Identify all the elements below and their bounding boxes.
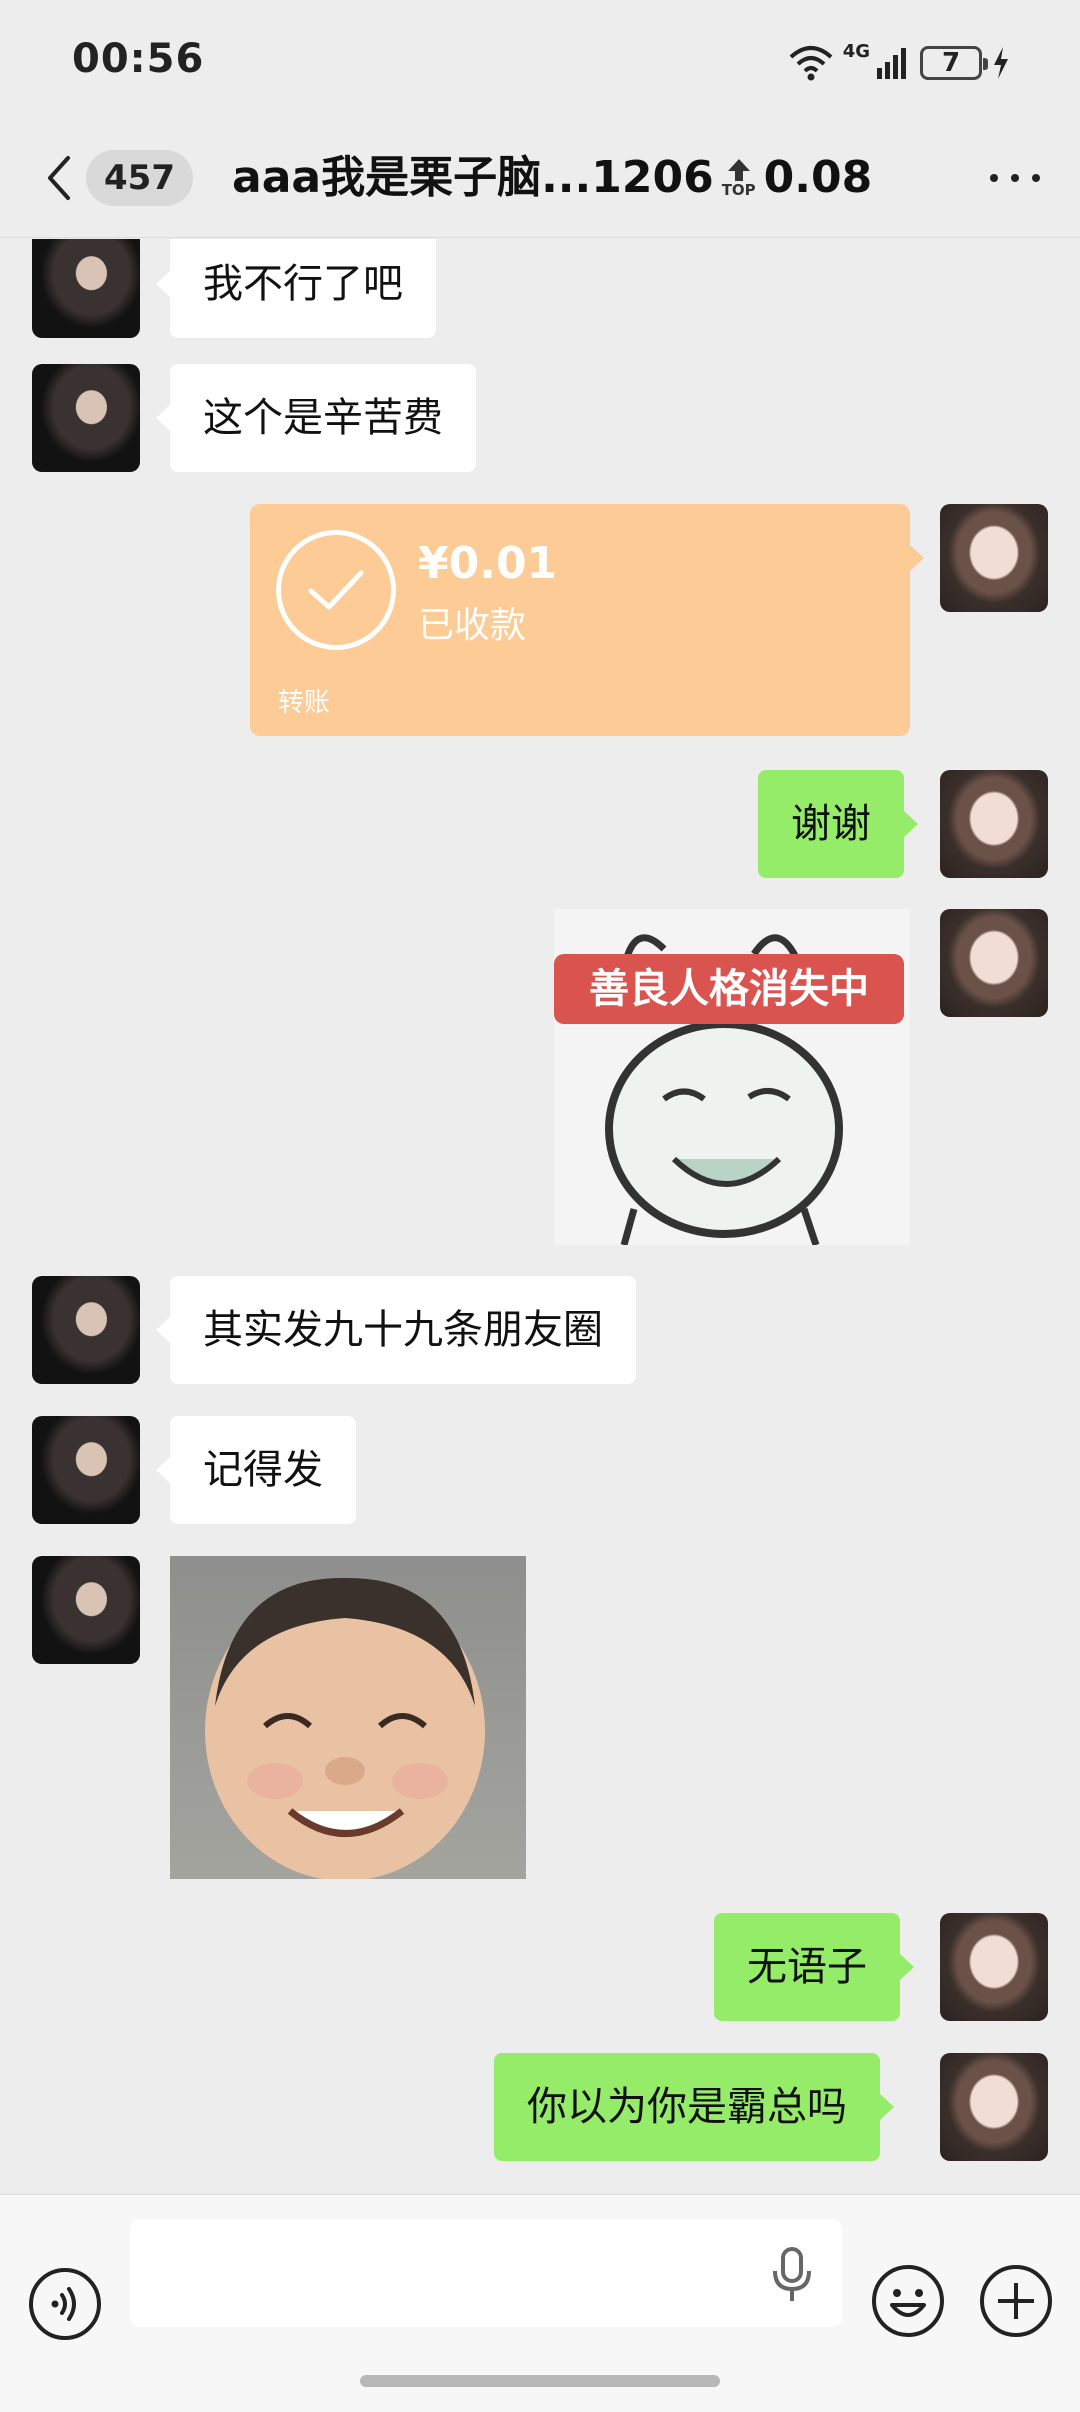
- contact-avatar[interactable]: [32, 1276, 140, 1384]
- contact-avatar[interactable]: [32, 1416, 140, 1524]
- transfer-label: 转账: [278, 688, 331, 718]
- emoji-icon[interactable]: [870, 2263, 946, 2339]
- sent-message-bubble[interactable]: 无语子: [714, 1913, 914, 2021]
- transfer-amount: ¥0.01: [418, 538, 558, 589]
- message-list[interactable]: 我不行了吧 这个是辛苦费 ¥0.01 已收款 转账 谢谢 善良人格消失中 其实发…: [0, 239, 1080, 2194]
- more-functions-plus-icon[interactable]: [978, 2263, 1054, 2339]
- meme-sticker[interactable]: 善良人格消失中: [554, 909, 910, 1245]
- my-avatar[interactable]: [940, 909, 1048, 1017]
- contact-avatar[interactable]: [32, 239, 140, 338]
- baby-face-sticker[interactable]: [170, 1556, 526, 1879]
- top-arrow-icon: TOP: [722, 158, 756, 198]
- baby-face-icon: [205, 1577, 485, 1879]
- transfer-card[interactable]: ¥0.01 已收款 转账: [250, 504, 924, 736]
- chat-title-suffix: 0.08: [763, 152, 873, 203]
- message-input[interactable]: [130, 2219, 842, 2327]
- cellular-signal-icon: [876, 46, 910, 80]
- transfer-status: 已收款: [418, 605, 527, 646]
- contact-avatar[interactable]: [32, 1556, 140, 1664]
- received-message-bubble[interactable]: 我不行了吧: [156, 239, 436, 338]
- charging-icon: [992, 46, 1010, 80]
- received-message-bubble[interactable]: 其实发九十九条朋友圈: [156, 1276, 636, 1384]
- input-bar: [0, 2194, 1080, 2412]
- home-indicator[interactable]: [360, 2375, 720, 2387]
- wifi-icon: [789, 45, 833, 81]
- my-avatar[interactable]: [940, 2053, 1048, 2161]
- chat-title: aaa我是栗子脑...1206 TOP 0.08: [232, 148, 872, 208]
- status-bar: 00:56 4G 7: [0, 0, 1080, 120]
- chat-title-text: aaa我是栗子脑...1206: [232, 152, 714, 203]
- contact-avatar[interactable]: [32, 364, 140, 472]
- battery-icon: 7: [920, 46, 988, 80]
- my-avatar[interactable]: [940, 504, 1048, 612]
- more-options-icon[interactable]: [990, 166, 1040, 190]
- sent-message-bubble[interactable]: 谢谢: [758, 770, 918, 878]
- chat-screen: 00:56 4G 7 457 aaa我是栗子脑...1206 TOP 0.08 …: [0, 0, 1080, 2412]
- chat-header: 457 aaa我是栗子脑...1206 TOP 0.08: [0, 120, 1080, 238]
- check-circle-icon: [276, 530, 396, 650]
- status-indicators: 4G 7: [789, 38, 1010, 88]
- unread-count-badge[interactable]: 457: [86, 150, 193, 206]
- top-label: TOP: [721, 181, 756, 199]
- my-avatar[interactable]: [940, 1913, 1048, 2021]
- back-arrow-icon[interactable]: [40, 150, 80, 206]
- network-type-label: 4G: [842, 40, 870, 62]
- received-message-bubble[interactable]: 记得发: [156, 1416, 356, 1524]
- received-message-bubble[interactable]: 这个是辛苦费: [156, 364, 476, 472]
- voice-mode-icon[interactable]: [28, 2267, 102, 2341]
- my-avatar[interactable]: [940, 770, 1048, 878]
- sent-message-bubble[interactable]: 你以为你是霸总吗: [494, 2053, 894, 2161]
- sticker-caption: 善良人格消失中: [554, 954, 904, 1024]
- battery-level: 7: [941, 48, 961, 78]
- microphone-icon[interactable]: [770, 2247, 814, 2303]
- status-time: 00:56: [72, 36, 205, 82]
